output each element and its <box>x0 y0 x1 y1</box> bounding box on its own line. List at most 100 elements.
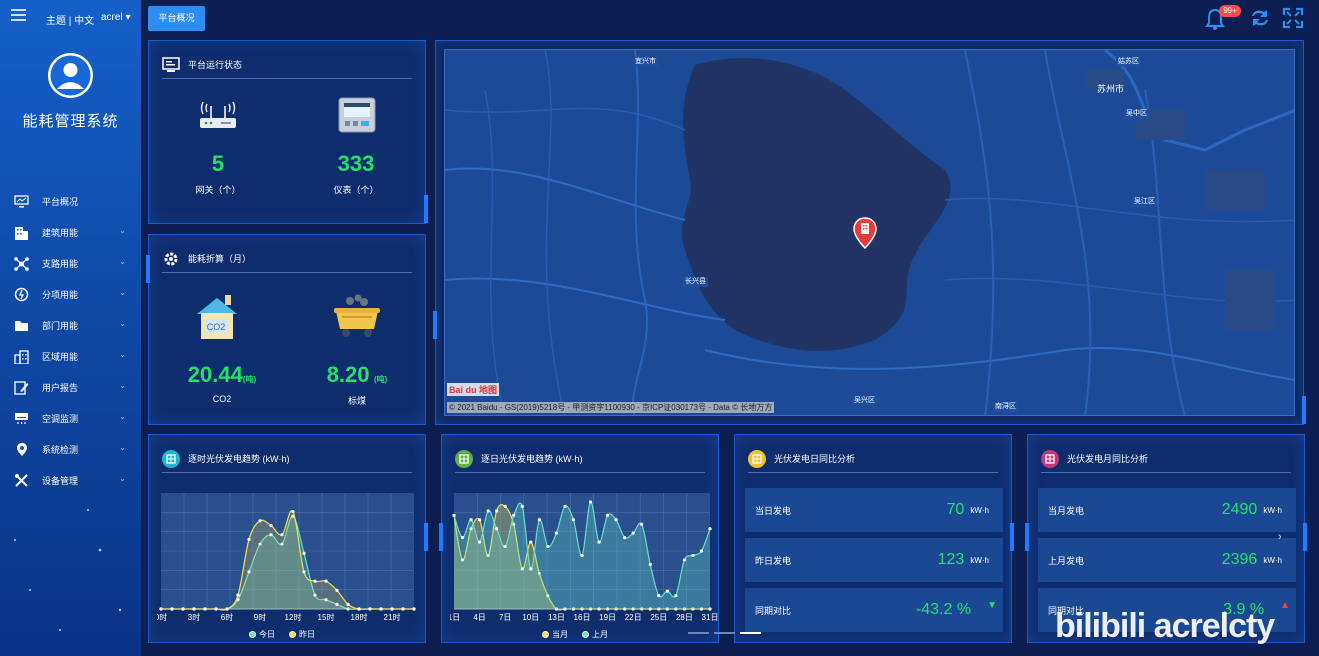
data-point[interactable] <box>379 607 383 611</box>
data-point[interactable] <box>478 540 482 544</box>
data-point[interactable] <box>192 607 196 611</box>
data-point[interactable] <box>236 593 240 597</box>
panel-header: 逐时光伏发电趋势 (kW·h) <box>162 445 412 473</box>
data-point[interactable] <box>614 518 618 522</box>
data-point[interactable] <box>452 513 456 517</box>
up-arrow-icon: ▲ <box>1280 599 1290 611</box>
data-point[interactable] <box>563 504 567 508</box>
data-point[interactable] <box>291 509 295 514</box>
data-point[interactable] <box>478 518 482 522</box>
legend-item-today[interactable]: 今日 <box>249 629 275 640</box>
data-point[interactable] <box>640 522 644 526</box>
data-point[interactable] <box>390 607 394 611</box>
data-point[interactable] <box>554 531 558 535</box>
data-point[interactable] <box>258 519 262 523</box>
data-point[interactable] <box>503 544 507 549</box>
sidebar-item-label: 设备管理 <box>42 476 79 486</box>
data-point[interactable] <box>368 607 372 611</box>
sidebar-item-aircon[interactable]: 空调监测 ⌄ <box>0 403 141 434</box>
sidebar-item-subitem[interactable]: 分项用能 ⌄ <box>0 279 141 310</box>
tick-label: 19日 <box>599 613 616 622</box>
fullscreen-icon[interactable] <box>1282 7 1304 29</box>
data-point[interactable] <box>225 607 229 611</box>
data-point[interactable] <box>335 588 339 593</box>
data-point[interactable] <box>529 567 533 571</box>
refresh-icon[interactable] <box>1249 7 1271 29</box>
data-point[interactable] <box>648 562 652 566</box>
tick-label: 22日 <box>625 613 642 622</box>
data-point[interactable] <box>280 533 284 537</box>
data-point[interactable] <box>203 607 207 611</box>
data-point[interactable] <box>214 607 218 611</box>
tab-platform-overview[interactable]: 平台概况 <box>148 6 205 31</box>
data-point[interactable] <box>495 527 499 531</box>
data-point[interactable] <box>401 607 405 611</box>
data-point[interactable] <box>708 527 712 531</box>
data-point[interactable] <box>486 509 490 513</box>
sidebar-item-system-check[interactable]: 系统检测 ⌄ <box>0 434 141 465</box>
sidebar-item-branch[interactable]: 支路用能 ⌄ <box>0 248 141 279</box>
data-point[interactable] <box>460 536 465 540</box>
data-point[interactable] <box>269 523 273 528</box>
panel-title: 逐时光伏发电趋势 (kW·h) <box>188 454 290 464</box>
legend-item-yesterday[interactable]: 昨日 <box>289 629 315 640</box>
data-point[interactable] <box>495 509 499 513</box>
data-point[interactable] <box>503 504 507 508</box>
data-point[interactable] <box>357 607 361 611</box>
baidu-map[interactable]: 宜兴市 苏州市 姑苏区 吴中区 吴江区 长兴县 吴兴区 南浔区 Bai du 地… <box>444 49 1295 416</box>
data-point[interactable] <box>537 518 541 522</box>
user-menu[interactable]: acrel ▾ <box>101 12 130 23</box>
data-point[interactable] <box>571 518 576 522</box>
sidebar-item-region[interactable]: 区域用能 ⌄ <box>0 341 141 372</box>
legend-item-this-month[interactable]: 当月 <box>542 629 568 640</box>
data-point[interactable] <box>580 553 584 558</box>
meter-label: 仪表（个） <box>333 185 379 195</box>
gauge-icon <box>14 287 29 302</box>
sidebar-item-report[interactable]: 用户报告 ⌄ <box>0 372 141 403</box>
chevron-right-icon[interactable]: › <box>1278 531 1282 543</box>
data-point[interactable] <box>469 518 473 522</box>
notification-badge: 99+ <box>1219 5 1241 17</box>
data-point[interactable] <box>159 607 163 611</box>
data-point[interactable] <box>606 513 610 517</box>
data-point[interactable] <box>313 579 317 583</box>
pager-dot[interactable] <box>714 632 735 634</box>
data-point[interactable] <box>346 602 350 606</box>
data-point[interactable] <box>623 536 627 540</box>
map-pin-icon[interactable] <box>853 217 877 254</box>
data-point[interactable] <box>674 594 678 598</box>
data-point[interactable] <box>512 513 516 517</box>
data-point[interactable] <box>699 549 704 553</box>
sidebar-item-device[interactable]: 设备管理 ⌄ <box>0 465 141 496</box>
data-point[interactable] <box>302 551 306 555</box>
data-point[interactable] <box>520 504 524 508</box>
pager-dot-active[interactable] <box>740 632 761 634</box>
data-point[interactable] <box>412 607 416 611</box>
data-point[interactable] <box>588 500 593 504</box>
data-point[interactable] <box>181 607 185 611</box>
data-point[interactable] <box>529 540 533 544</box>
data-point[interactable] <box>682 558 686 562</box>
map-label: 吴兴区 <box>852 396 877 406</box>
pager-dot[interactable] <box>688 632 709 634</box>
data-point[interactable] <box>657 594 661 598</box>
data-point[interactable] <box>546 544 550 549</box>
sidebar-item-overview[interactable]: 平台概况 <box>0 186 141 217</box>
legend-item-last-month[interactable]: 上月 <box>582 629 608 640</box>
data-point[interactable] <box>631 531 635 535</box>
map-label: 姑苏区 <box>1116 57 1141 67</box>
data-point[interactable] <box>691 553 695 558</box>
sidebar-item-building[interactable]: 建筑用能 ⌄ <box>0 217 141 248</box>
tick-label: 3时 <box>188 612 200 622</box>
menu-toggle-icon[interactable] <box>11 9 26 21</box>
theme-language-link[interactable]: 主题 | 中文 <box>46 12 94 27</box>
panel-corner <box>439 523 443 551</box>
avatar[interactable] <box>48 53 93 98</box>
sidebar-item-department[interactable]: 部门用能 ⌄ <box>0 310 141 341</box>
data-point[interactable] <box>597 540 601 544</box>
data-point[interactable] <box>170 607 174 611</box>
data-point[interactable] <box>324 579 328 583</box>
data-point[interactable] <box>665 589 669 593</box>
data-point[interactable] <box>247 537 251 541</box>
data-point[interactable] <box>302 570 306 574</box>
